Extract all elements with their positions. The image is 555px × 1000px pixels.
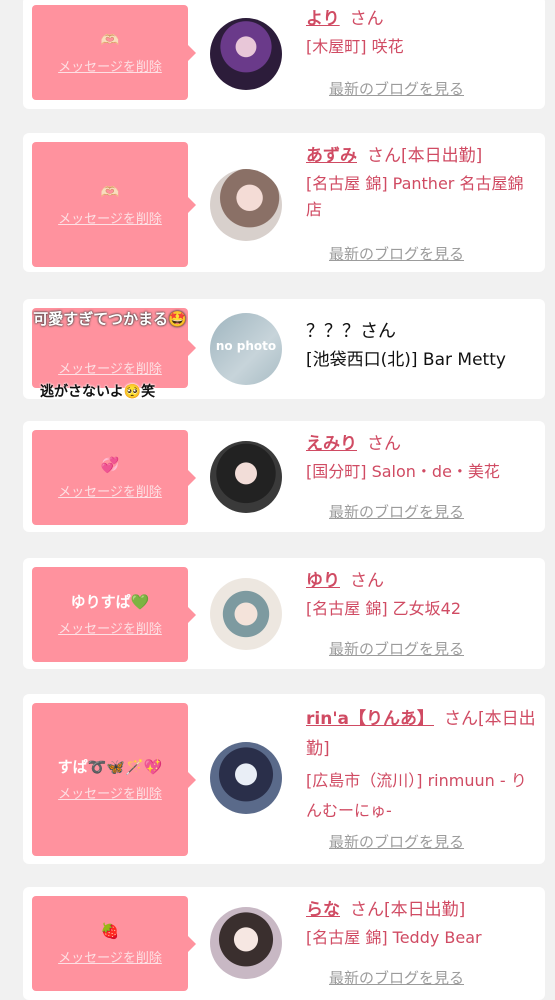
- honorific: さん: [350, 571, 384, 591]
- message-bubble: 🍓 メッセージを削除: [32, 896, 196, 991]
- honorific: さん[本日出勤]: [350, 900, 466, 920]
- message-text: 🫶🏻: [100, 31, 120, 49]
- user-name-link[interactable]: より: [306, 9, 340, 29]
- message-card: メッセージを削除 可愛すぎてつかまる🤩 逃がさないよ🥺笑 no photo ？？…: [23, 299, 545, 399]
- avatar[interactable]: [210, 907, 282, 979]
- delete-message-link[interactable]: メッセージを削除: [58, 56, 162, 75]
- shop-name: [名古屋 錦] 乙女坂42: [306, 599, 462, 618]
- delete-message-link[interactable]: メッセージを削除: [58, 208, 162, 227]
- message-card: 💞 メッセージを削除 えみり さん [国分町] Salon・de・美花 最新のブロ…: [23, 421, 545, 532]
- delete-message-link[interactable]: メッセージを削除: [58, 618, 162, 637]
- shop-name: [木屋町] 咲花: [306, 37, 404, 56]
- message-text: ゆりすぱ💚: [70, 593, 150, 611]
- avatar[interactable]: [210, 742, 282, 814]
- delete-message-link[interactable]: メッセージを削除: [58, 783, 162, 802]
- delete-message-link[interactable]: メッセージを削除: [58, 481, 162, 500]
- user-name-link[interactable]: らな: [306, 900, 340, 920]
- message-text: 💞: [100, 456, 120, 474]
- message-text: 🍓: [100, 922, 120, 940]
- user-name: ？？？: [306, 321, 360, 342]
- message-card: 🫶🏻 メッセージを削除 あずみ さん[本日出勤] [名古屋 錦] Panther …: [23, 133, 545, 272]
- shop-name: [池袋西口(北)] Bar Metty: [306, 350, 506, 370]
- message-text: 可愛すぎてつかまる🤩: [33, 310, 187, 328]
- message-card: 🍓 メッセージを削除 らな さん[本日出勤] [名古屋 錦] Teddy Bear…: [23, 887, 545, 1000]
- user-name-link[interactable]: あずみ: [306, 146, 357, 166]
- message-overlay-text: 逃がさないよ🥺笑: [40, 384, 156, 399]
- message-bubble: 🫶🏻 メッセージを削除: [32, 5, 196, 100]
- no-photo-icon: no photo: [215, 339, 277, 353]
- latest-blog-link[interactable]: 最新のブログを見る: [329, 831, 464, 852]
- message-text: すぱ➰🦋🪄💖: [57, 758, 163, 776]
- shop-name: [広島市（流川）] rinmuun - りんむーにゅ-: [306, 771, 527, 820]
- user-name-link[interactable]: rin'a【りんあ】: [306, 709, 434, 729]
- avatar[interactable]: [210, 578, 282, 650]
- user-name-link[interactable]: ゆり: [306, 571, 340, 591]
- message-text: 🫶🏻: [100, 183, 120, 201]
- message-bubble: 🫶🏻 メッセージを削除: [32, 142, 196, 267]
- avatar[interactable]: [210, 441, 282, 513]
- message-bubble: ゆりすぱ💚 メッセージを削除: [32, 567, 196, 662]
- honorific: さん: [360, 321, 396, 342]
- latest-blog-link[interactable]: 最新のブログを見る: [329, 501, 464, 522]
- delete-message-link[interactable]: メッセージを削除: [58, 358, 162, 377]
- message-card: ゆりすぱ💚 メッセージを削除 ゆり さん [名古屋 錦] 乙女坂42 最新のブログ…: [23, 558, 545, 669]
- delete-message-link[interactable]: メッセージを削除: [58, 947, 162, 966]
- latest-blog-link[interactable]: 最新のブログを見る: [329, 638, 464, 659]
- honorific: さん[本日出勤]: [367, 146, 483, 166]
- avatar[interactable]: [210, 18, 282, 90]
- avatar[interactable]: [210, 169, 282, 241]
- shop-name: [名古屋 錦] Panther 名古屋錦店: [306, 174, 524, 219]
- message-card: すぱ➰🦋🪄💖 メッセージを削除 rin'a【りんあ】 さん[本日出勤] [広島市（…: [23, 694, 545, 864]
- shop-name: [国分町] Salon・de・美花: [306, 462, 500, 481]
- message-bubble: 💞 メッセージを削除: [32, 430, 196, 525]
- message-card: 🫶🏻 メッセージを削除 より さん [木屋町] 咲花 最新のブログを見る: [23, 0, 545, 109]
- honorific: さん: [367, 434, 401, 454]
- user-name-link[interactable]: えみり: [306, 434, 357, 454]
- latest-blog-link[interactable]: 最新のブログを見る: [329, 243, 464, 264]
- latest-blog-link[interactable]: 最新のブログを見る: [329, 967, 464, 988]
- shop-name: [名古屋 錦] Teddy Bear: [306, 928, 482, 947]
- message-bubble: すぱ➰🦋🪄💖 メッセージを削除: [32, 703, 196, 856]
- honorific: さん: [349, 9, 384, 29]
- avatar[interactable]: no photo: [210, 313, 282, 385]
- latest-blog-link[interactable]: 最新のブログを見る: [329, 78, 464, 99]
